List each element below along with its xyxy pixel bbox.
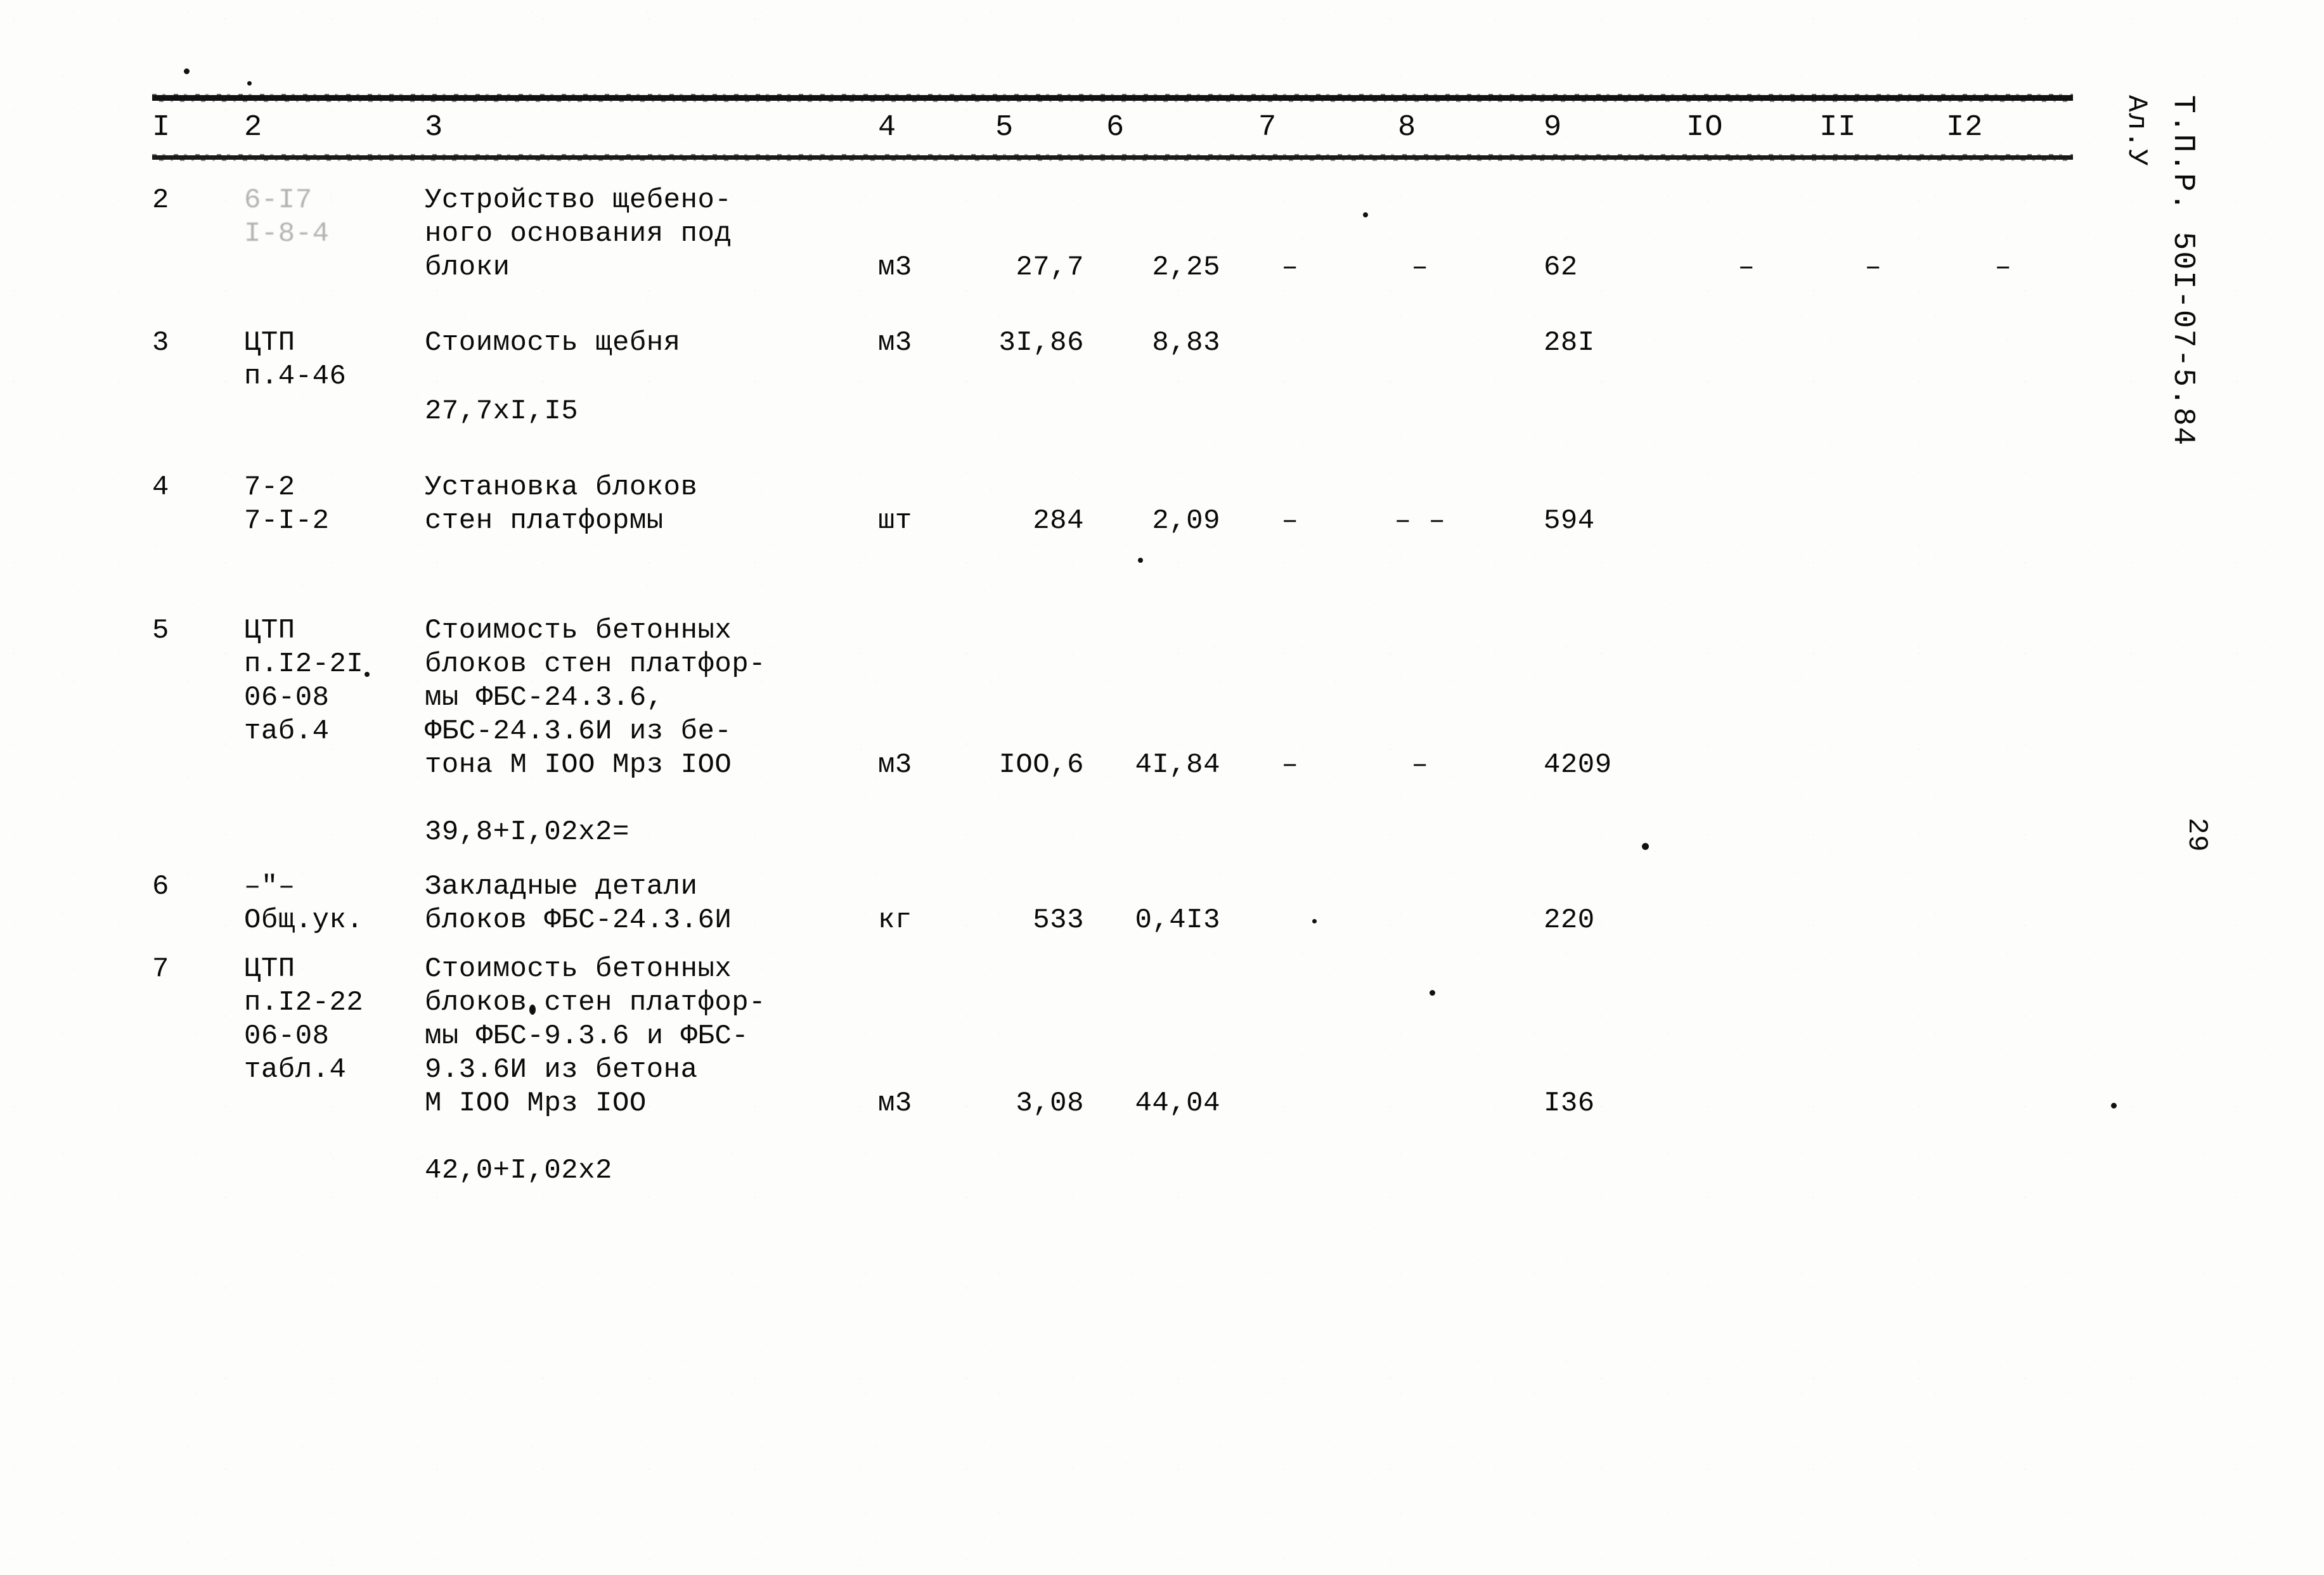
table-row: 6 –"– Общ.ук. Закладные детали блоков ФБ…: [152, 870, 2073, 953]
drawing-code-stamp: Т.П.Р. 50I-07-5.84: [2166, 95, 2200, 447]
column-header-12: I2: [1946, 111, 1984, 145]
album-stamp: Ал.У: [2121, 95, 2152, 167]
row-number: 7: [152, 953, 169, 985]
column-header-11: II: [1819, 111, 1857, 145]
row-unit: м3: [878, 252, 912, 283]
row-description: Устройство щебено- ного основания под бл…: [425, 184, 732, 283]
row-description: Установка блоков стен платформы: [425, 472, 698, 537]
row-value-8: –: [1411, 749, 1429, 781]
scan-speck: [529, 1005, 536, 1015]
row-value-5: IOO,6: [998, 749, 1084, 781]
row-value-9: 28I: [1544, 327, 1595, 359]
column-header-4: 4: [878, 111, 897, 145]
row-value-6: 2,25: [1152, 252, 1220, 283]
row-code: ЦТП п.I2-2I 06-08 таб.4: [244, 615, 364, 747]
row-value-11: –: [1864, 252, 1882, 283]
row-number: 6: [152, 871, 169, 903]
row-value-6: 4I,84: [1135, 749, 1220, 781]
row-unit: кг: [878, 904, 912, 936]
row-number: 4: [152, 472, 169, 503]
scanned-page: I 2 3 4 5 6 7 8 9 IO II I2 2 6-I7 I-8-4 …: [0, 0, 2324, 1575]
row-value-6: 2,09: [1152, 505, 1220, 537]
row-value-9: 220: [1544, 904, 1595, 936]
row-value-5: 3I,86: [998, 327, 1084, 359]
row-description: Закладные детали блоков ФБС-24.3.6И: [425, 871, 732, 936]
scan-speck: [247, 81, 252, 86]
row-description: Стоимость бетонных блоков стен платфор- …: [425, 953, 766, 1119]
table-row: 5 ЦТП п.I2-2I 06-08 таб.4 Стоимость бето…: [152, 614, 2073, 861]
column-header-10: IO: [1686, 111, 1724, 145]
row-value-5: 27,7: [1016, 252, 1084, 283]
row-description: Стоимость бетонных блоков стен платфор- …: [425, 615, 766, 781]
column-header-5: 5: [995, 111, 1014, 145]
row-formula: 42,0+I,02x2: [425, 1155, 612, 1186]
scan-speck: [365, 672, 370, 677]
row-value-5: 3,08: [1016, 1088, 1084, 1119]
table-row: 7 ЦТП п.I2-22 06-08 табл.4 Стоимость бет…: [152, 953, 2073, 1206]
row-unit: м3: [878, 749, 912, 781]
row-number: 3: [152, 327, 169, 359]
scan-speck: [1363, 212, 1368, 217]
row-formula: 39,8+I,02x2=: [425, 816, 629, 848]
scan-speck: [1138, 558, 1143, 563]
column-header-1: I: [152, 111, 171, 145]
row-unit: м3: [878, 327, 912, 359]
table-row: 3 ЦТП п.4-46 Стоимость щебня м3 3I,86 8,…: [152, 326, 2073, 453]
row-number: 2: [152, 184, 169, 216]
scan-speck: [1642, 843, 1649, 850]
column-header-9: 9: [1544, 111, 1563, 145]
row-unit: м3: [878, 1088, 912, 1119]
estimate-table: I 2 3 4 5 6 7 8 9 IO II I2 2 6-I7 I-8-4 …: [152, 94, 2073, 1206]
scan-speck: [184, 68, 190, 74]
row-code: 7-2 7-I-2: [244, 472, 330, 537]
row-value-5: 533: [1033, 904, 1084, 936]
row-value-9: I36: [1544, 1088, 1595, 1119]
row-value-8: –: [1411, 252, 1429, 283]
row-value-7: –: [1281, 252, 1299, 283]
table-row: 2 6-I7 I-8-4 Устройство щебено- ного осн…: [152, 184, 2073, 326]
row-code: ЦТП п.4-46: [244, 327, 347, 392]
scan-speck: [1430, 990, 1435, 996]
row-value-10: –: [1738, 252, 1755, 283]
row-number: 5: [152, 615, 169, 646]
row-unit: шт: [878, 505, 912, 537]
row-value-9: 4209: [1544, 749, 1612, 781]
table-header-rule: [152, 154, 2073, 161]
table-top-rule: [152, 94, 2073, 102]
row-value-9: 62: [1544, 252, 1578, 283]
row-value-5: 284: [1033, 505, 1084, 537]
row-code: ЦТП п.I2-22 06-08 табл.4: [244, 953, 364, 1086]
row-code: –"– Общ.ук.: [244, 871, 364, 936]
row-value-7: –: [1281, 505, 1299, 537]
table-row: 4 7-2 7-I-2 Установка блоков стен платфо…: [152, 471, 2073, 584]
scan-speck: [1312, 919, 1317, 923]
row-value-6: 0,4I3: [1135, 904, 1220, 936]
row-value-6: 44,04: [1135, 1088, 1220, 1119]
page-number-stamp: 29: [2181, 818, 2212, 852]
row-value-12: –: [1994, 252, 2012, 283]
column-header-7: 7: [1258, 111, 1277, 145]
row-description: Стоимость щебня: [425, 327, 681, 359]
row-value-6: 8,83: [1152, 327, 1220, 359]
table-header-row: I 2 3 4 5 6 7 8 9 IO II I2: [152, 101, 2073, 155]
column-header-3: 3: [425, 111, 444, 145]
column-header-8: 8: [1398, 111, 1417, 145]
column-header-6: 6: [1106, 111, 1125, 145]
row-code: 6-I7 I-8-4: [244, 184, 330, 250]
column-header-2: 2: [244, 111, 263, 145]
row-formula: 27,7xI,I5: [425, 395, 579, 427]
row-value-9: 594: [1544, 505, 1595, 537]
row-value-7: –: [1281, 749, 1299, 781]
scan-speck: [2111, 1103, 2117, 1109]
row-value-8: – –: [1394, 505, 1446, 537]
